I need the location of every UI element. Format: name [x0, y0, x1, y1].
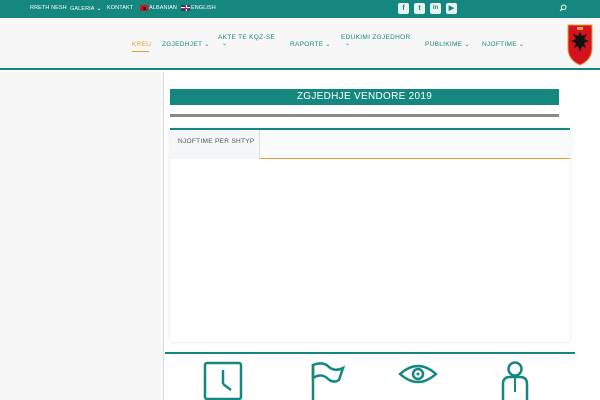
- facebook-icon[interactable]: f: [398, 3, 409, 14]
- card-tab-bar: NJOFTIME PER SHTYP: [170, 130, 570, 159]
- press-news-card: NJOFTIME PER SHTYP: [170, 128, 570, 342]
- nav-item-edukimi-label: EDUKIMI ZGJEDHOR: [341, 34, 411, 41]
- youtube-icon[interactable]: ▶: [446, 3, 457, 14]
- chevron-down-icon: ⌄: [204, 42, 210, 48]
- uk-flag-icon: [181, 5, 190, 11]
- linkedin-icon[interactable]: in: [430, 3, 441, 14]
- coat-of-arms-logo[interactable]: [565, 22, 595, 66]
- nav-item-njoftime-label: NJOFTIME: [482, 41, 517, 48]
- nav-item-kreu[interactable]: KREU: [132, 41, 151, 48]
- top-link-galeria[interactable]: GALERIA ⌄: [70, 5, 102, 12]
- chevron-down-icon: ⌄: [96, 6, 102, 12]
- eye-icon[interactable]: [397, 360, 439, 400]
- top-bar: RRETH NESH GALERIA ⌄ KONTAKT ALBANIAN ENG…: [0, 0, 600, 18]
- nav-item-raporte-label: RAPORTE: [290, 41, 324, 48]
- chevron-down-icon: ⌄: [518, 42, 525, 48]
- left-sidebar: [0, 72, 164, 400]
- nav-item-edukimi[interactable]: EDUKIMI ZGJEDHOR: [341, 34, 410, 41]
- chevron-down-icon: ⌄: [325, 42, 331, 48]
- divider-rule: [170, 114, 559, 117]
- top-link-galeria-label: GALERIA: [70, 6, 95, 12]
- nav-item-zgjedhjet-label: ZGJEDHJET: [162, 41, 203, 48]
- search-icon[interactable]: [559, 4, 567, 12]
- lang-english[interactable]: ENGLISH: [191, 5, 216, 11]
- twitter-icon[interactable]: t: [414, 3, 425, 14]
- nav-item-publikime-label: PUBLIKIME: [425, 41, 463, 48]
- top-link-rreth-nesh[interactable]: RRETH NESH: [30, 5, 67, 11]
- flag-icon[interactable]: [305, 360, 345, 400]
- albania-flag-icon: [140, 5, 148, 11]
- lang-albanian[interactable]: ALBANIAN: [149, 5, 177, 11]
- election-banner[interactable]: ZGJEDHJE VENDORE 2019: [170, 89, 559, 105]
- chevron-down-icon: ⌄: [464, 42, 470, 48]
- active-nav-underline: [132, 51, 149, 52]
- chevron-down-icon: ⌄: [222, 41, 228, 47]
- nav-item-raporte[interactable]: RAPORTE ⌄: [290, 41, 331, 48]
- tab-njoftime-per-shtyp[interactable]: NJOFTIME PER SHTYP: [170, 130, 260, 159]
- clock-icon[interactable]: [203, 360, 243, 400]
- top-link-kontakt[interactable]: KONTAKT: [107, 5, 133, 11]
- chevron-down-icon: ⌄: [345, 41, 351, 47]
- tab-label: NJOFTIME PER SHTYP: [178, 138, 255, 145]
- nav-item-zgjedhjet[interactable]: ZGJEDHJET ⌄: [162, 41, 210, 48]
- person-icon[interactable]: [498, 360, 532, 400]
- nav-item-njoftime[interactable]: NJOFTIME ⌄: [482, 41, 524, 48]
- nav-item-publikime[interactable]: PUBLIKIME ⌄: [425, 41, 470, 48]
